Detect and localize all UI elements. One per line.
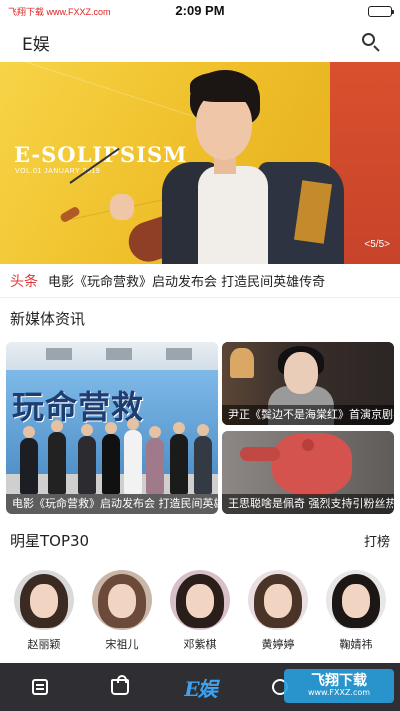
news-card[interactable]: 尹正《鬓边不是海棠红》首演京剧名伶 [222,342,394,425]
vote-link[interactable]: 打榜 [364,531,390,550]
stars-list: 赵丽颖 宋祖儿 邓紫棋 黄婷婷 鞠婧祎 [0,570,400,652]
headline-ticker[interactable]: 头条 电影《玩命营救》启动发布会 打造民间英雄传奇 [0,264,400,298]
list-icon [32,679,48,695]
star-item[interactable]: 黄婷婷 [246,570,310,652]
star-item[interactable]: 赵丽颖 [12,570,76,652]
star-name: 赵丽颖 [27,638,61,651]
avatar[interactable] [14,570,74,630]
watermark-text: 飞翔下载 [311,672,367,689]
headline-tag: 头条 [10,273,38,290]
avatar[interactable] [170,570,230,630]
news-grid: 玩命营救 电影《玩命营救》启动发布会 打造民间英雄传奇 尹正《鬓边不是海棠红》首… [0,342,400,518]
status-bar: 飞翔下载 www.FXXZ.com 2:09 PM [0,0,400,22]
stars-section-header: 明星TOP30 打榜 [0,520,400,560]
watermark-url: www.FXXZ.com [307,688,371,698]
shopping-bag-icon [111,675,129,695]
banner-title: E-SOLIPSISM [14,142,188,167]
banner-photo [110,62,368,264]
poster-text: 玩命营救 [12,388,145,426]
tab-home[interactable]: E娱 [160,663,240,711]
avatar[interactable] [92,570,152,630]
bottom-tab-bar: E娱 飞翔下载 www.FXXZ.com [0,663,400,711]
stars-section-title: 明星TOP30 [10,531,90,550]
star-name: 宋祖儿 [105,638,139,651]
star-item[interactable]: 邓紫棋 [168,570,232,652]
tab-shop[interactable] [80,663,160,711]
star-item[interactable]: 鞠婧祎 [324,570,388,652]
news-caption: 尹正《鬓边不是海棠红》首演京剧名伶 [222,405,394,425]
battery-icon [368,5,394,17]
app-title: E娱 [22,34,50,55]
tab-news[interactable] [0,663,80,711]
banner-carousel[interactable]: E-SOLIPSISM VOL.01 JANUARY 2019 <5/5> [0,62,400,264]
avatar[interactable] [326,570,386,630]
star-item[interactable]: 宋祖儿 [90,570,154,652]
search-icon[interactable] [360,31,382,53]
news-section-header: 新媒体资讯 [0,298,400,338]
app-header: E娱 [0,22,400,62]
status-time: 2:09 PM [175,3,225,18]
star-name: 黄婷婷 [261,638,295,651]
source-watermark-badge: 飞翔下载 www.FXXZ.com [284,669,394,703]
news-caption: 王思聪啥是佩奇 强烈支持引粉丝热议 [222,494,394,514]
avatar[interactable] [248,570,308,630]
news-caption: 电影《玩命营救》启动发布会 打造民间英雄传奇 [6,494,218,514]
headline-text[interactable]: 电影《玩命营救》启动发布会 打造民间英雄传奇 [48,271,325,290]
e-logo-icon: E娱 [184,676,217,701]
star-name: 邓紫棋 [183,638,217,651]
news-section-title: 新媒体资讯 [10,309,86,328]
carousel-counter: <5/5> [364,239,390,250]
news-card-featured[interactable]: 玩命营救 电影《玩命营救》启动发布会 打造民间英雄传奇 [6,342,218,514]
star-name: 鞠婧祎 [339,638,373,651]
news-card[interactable]: 王思聪啥是佩奇 强烈支持引粉丝热议 [222,431,394,514]
